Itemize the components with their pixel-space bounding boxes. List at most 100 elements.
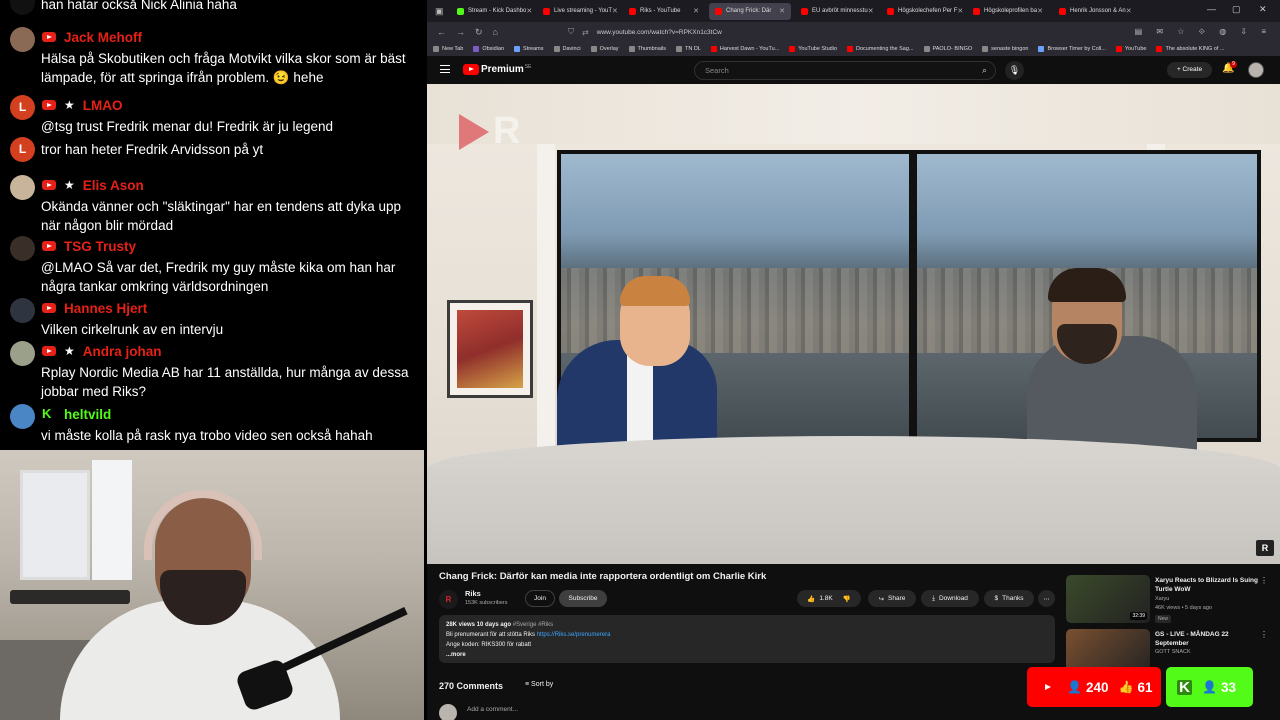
tab-close-icon[interactable]: ✕ xyxy=(1126,7,1132,15)
browser-tab[interactable]: Chang Frick: Där ✕ xyxy=(709,2,791,20)
voice-search-icon[interactable]: 🎙 xyxy=(1005,61,1024,80)
bookmark-item[interactable]: YouTube Studio xyxy=(789,46,837,52)
webcam-background-table xyxy=(10,590,130,604)
bookmark-item[interactable]: TN DL xyxy=(675,46,701,52)
tab-close-icon[interactable]: ✕ xyxy=(1037,7,1043,15)
recommended-channel[interactable]: GOTT SNACK xyxy=(1155,649,1191,655)
tab-close-icon[interactable]: ✕ xyxy=(526,7,532,15)
like-icon[interactable]: 👍 xyxy=(807,595,815,603)
menu-icon[interactable] xyxy=(440,65,450,73)
home-icon[interactable]: ⌂ xyxy=(493,27,498,37)
browser-tab[interactable]: Live streaming - YouT ✕ xyxy=(537,3,619,20)
bookmark-item[interactable]: Documenting the Sag... xyxy=(847,46,914,52)
member-star-icon: ★ xyxy=(64,343,75,358)
search-input[interactable]: Search ⌕ xyxy=(694,61,996,80)
address-field[interactable]: www.youtube.com/watch?v=RPKXn1c3tCw xyxy=(597,29,722,36)
dislike-icon[interactable]: 👎 xyxy=(843,595,851,603)
tab-close-icon[interactable]: ✕ xyxy=(957,7,963,15)
chat-username[interactable]: Andra johan xyxy=(83,342,162,361)
back-icon[interactable]: ← xyxy=(437,27,446,37)
bookmark-icon xyxy=(553,46,560,52)
chat-avatar xyxy=(10,404,35,429)
chat-avatar xyxy=(10,341,35,366)
chat-username[interactable]: Jack Mehoff xyxy=(64,28,142,47)
youtube-logo[interactable]: Premium SE xyxy=(463,64,531,75)
bookmark-item[interactable]: Thumbnails xyxy=(628,46,666,52)
browser-tab[interactable]: EU avbröt minnesstu ✕ xyxy=(795,3,877,20)
hashtags[interactable]: #Sverige #Riks xyxy=(513,622,553,628)
add-comment-input[interactable]: Add a comment... xyxy=(467,706,518,713)
permissions-icon[interactable]: ⇄ xyxy=(582,28,589,37)
more-options-icon[interactable]: ⋮ xyxy=(1260,576,1268,585)
search-icon[interactable]: ⌕ xyxy=(982,65,987,76)
chat-message-text: Okända vänner och "släktingar" har en te… xyxy=(41,199,402,233)
bookmark-item[interactable]: Streams xyxy=(514,46,544,52)
chat-username[interactable]: LMAO xyxy=(83,96,123,115)
chat-username[interactable]: heltvild xyxy=(64,405,111,424)
more-actions-icon[interactable]: ⋯ xyxy=(1038,590,1055,607)
tab-close-icon[interactable]: ✕ xyxy=(612,7,618,15)
video-ceiling xyxy=(427,84,1280,144)
bookmark-label: YouTube xyxy=(1124,46,1147,52)
chat-message-header: ★ Andra johan xyxy=(10,341,420,361)
bookmark-item[interactable]: Browser Timer by Coll... xyxy=(1038,46,1106,52)
reload-icon[interactable]: ↻ xyxy=(475,27,483,38)
download-button[interactable]: ⤓ Download xyxy=(921,590,979,607)
tab-overview-icon[interactable]: ▣ xyxy=(435,6,447,16)
more-options-icon[interactable]: ⋮ xyxy=(1260,630,1268,639)
channel-name[interactable]: Riks xyxy=(465,589,481,598)
bookmark-icon xyxy=(1115,46,1122,52)
thanks-button[interactable]: $ Thanks xyxy=(984,590,1034,607)
browser-tab[interactable]: Henrik Jonsson & An ✕ xyxy=(1053,3,1135,20)
bookmark-item[interactable]: PAOLO- BINGO xyxy=(923,46,972,52)
bookmark-label: Davinci xyxy=(562,46,581,52)
bookmark-item[interactable]: Obsidian xyxy=(473,46,504,52)
channel-avatar[interactable]: R xyxy=(439,590,458,609)
chat-username[interactable]: Elis Ason xyxy=(83,176,144,195)
video-description[interactable]: 28K views 10 days ago #Sverige #Riks Bli… xyxy=(439,615,1055,663)
browser-tab[interactable]: Riks - YouTube ✕ xyxy=(623,3,705,20)
chat-message-text: han hatar också Nick Alinia haha xyxy=(41,0,237,12)
join-button[interactable]: Join xyxy=(525,590,555,607)
minimize-icon[interactable]: — xyxy=(1207,4,1216,14)
video-thumbnail[interactable]: 32:39 xyxy=(1066,575,1150,623)
like-dislike-button[interactable]: 👍 1.8K 👎 xyxy=(797,590,861,607)
sort-comments-button[interactable]: ≡ Sort by xyxy=(525,681,553,688)
toolbar-icons[interactable]: ▤ ✉ ☆ ⟐ ◍ ⇩ ≡ xyxy=(1135,27,1272,37)
tab-close-icon[interactable]: ✕ xyxy=(868,7,874,15)
browser-tab[interactable]: Stream - Kick Dashbo ✕ xyxy=(451,3,533,20)
tab-close-icon[interactable]: ✕ xyxy=(779,7,785,15)
subscribe-button[interactable]: Subscribe xyxy=(559,590,607,607)
bookmark-item[interactable]: Davinci xyxy=(553,46,581,52)
tab-close-icon[interactable]: ✕ xyxy=(693,7,699,15)
bookmark-item[interactable]: The absolute KING of ... xyxy=(1156,46,1224,52)
bookmark-item[interactable]: Overlay xyxy=(590,46,619,52)
recommended-title[interactable]: GS - LIVE - MÅNDAG 22 September xyxy=(1155,630,1260,648)
close-window-icon[interactable]: ✕ xyxy=(1259,4,1267,15)
member-star-icon: ★ xyxy=(64,177,75,192)
forward-icon[interactable]: → xyxy=(456,27,465,37)
recommended-title[interactable]: Xaryu Reacts to Blizzard Is Suing Turtle… xyxy=(1155,576,1260,594)
browser-tab[interactable]: Högskolechefen Per F ✕ xyxy=(881,3,963,20)
browser-tab[interactable]: Högskoleprofilen ba ✕ xyxy=(967,3,1049,20)
kick-viewer-count: 33 xyxy=(1220,679,1236,695)
bookmark-item[interactable]: New Tab xyxy=(433,46,463,52)
like-count: 1.8K xyxy=(819,595,833,602)
account-avatar[interactable] xyxy=(1248,62,1264,78)
bookmark-item[interactable]: Harvest Dawn - YouTu... xyxy=(710,46,779,52)
chat-username[interactable]: TSG Trusty xyxy=(64,237,136,256)
video-player[interactable]: R R xyxy=(427,84,1280,564)
subscribe-link[interactable]: https://Riks.se/prenumerera xyxy=(537,632,611,638)
chat-username[interactable]: Hannes Hjert xyxy=(64,299,147,318)
bookmark-item[interactable]: YouTube xyxy=(1115,46,1147,52)
maximize-icon[interactable]: ▢ xyxy=(1232,4,1241,15)
bookmark-item[interactable]: senaste bingon xyxy=(982,46,1028,52)
share-button[interactable]: ↪ Share xyxy=(868,590,916,607)
show-more-link[interactable]: ...more xyxy=(446,650,1048,660)
bookmark-icon xyxy=(982,46,989,52)
shield-icon[interactable]: ⛉ xyxy=(568,27,574,37)
chat-message-text: @tsg trust Fredrik menar du! Fredrik är … xyxy=(41,119,334,134)
recommended-channel[interactable]: Xaryu xyxy=(1155,596,1169,602)
youtube-play-icon xyxy=(1039,678,1057,696)
create-button[interactable]: + Create xyxy=(1167,62,1212,78)
